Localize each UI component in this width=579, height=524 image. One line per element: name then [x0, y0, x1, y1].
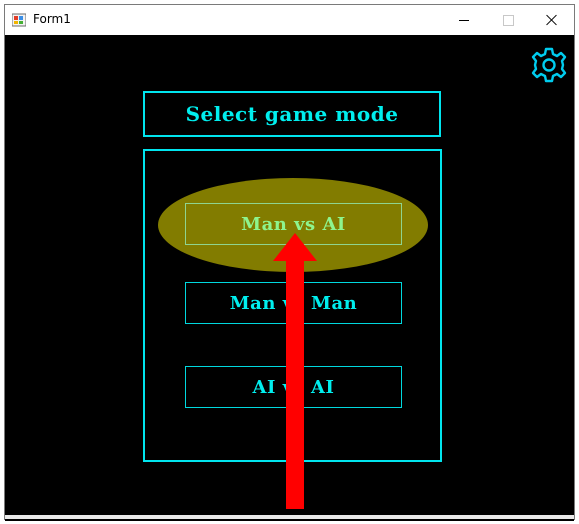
maximize-button[interactable]	[486, 5, 530, 35]
game-mode-heading-box: Select game mode	[143, 91, 441, 137]
minimize-button[interactable]	[442, 5, 486, 35]
app-window: Form1 Select game mode Man vs AI Man vs …	[4, 4, 575, 521]
maximize-icon	[502, 14, 514, 26]
close-button[interactable]	[530, 5, 574, 35]
close-icon	[546, 14, 558, 26]
form-client-area: Select game mode Man vs AI Man vs Man AI…	[5, 35, 574, 521]
minimize-icon	[459, 19, 469, 21]
gear-icon[interactable]	[530, 46, 568, 84]
title-bar[interactable]: Form1	[5, 5, 574, 35]
window-title: Form1	[33, 12, 71, 26]
red-arrow-annotation	[273, 233, 317, 509]
winforms-app-icon	[12, 13, 26, 27]
window-bottom-edge	[5, 515, 574, 519]
page-title: Select game mode	[185, 102, 399, 126]
